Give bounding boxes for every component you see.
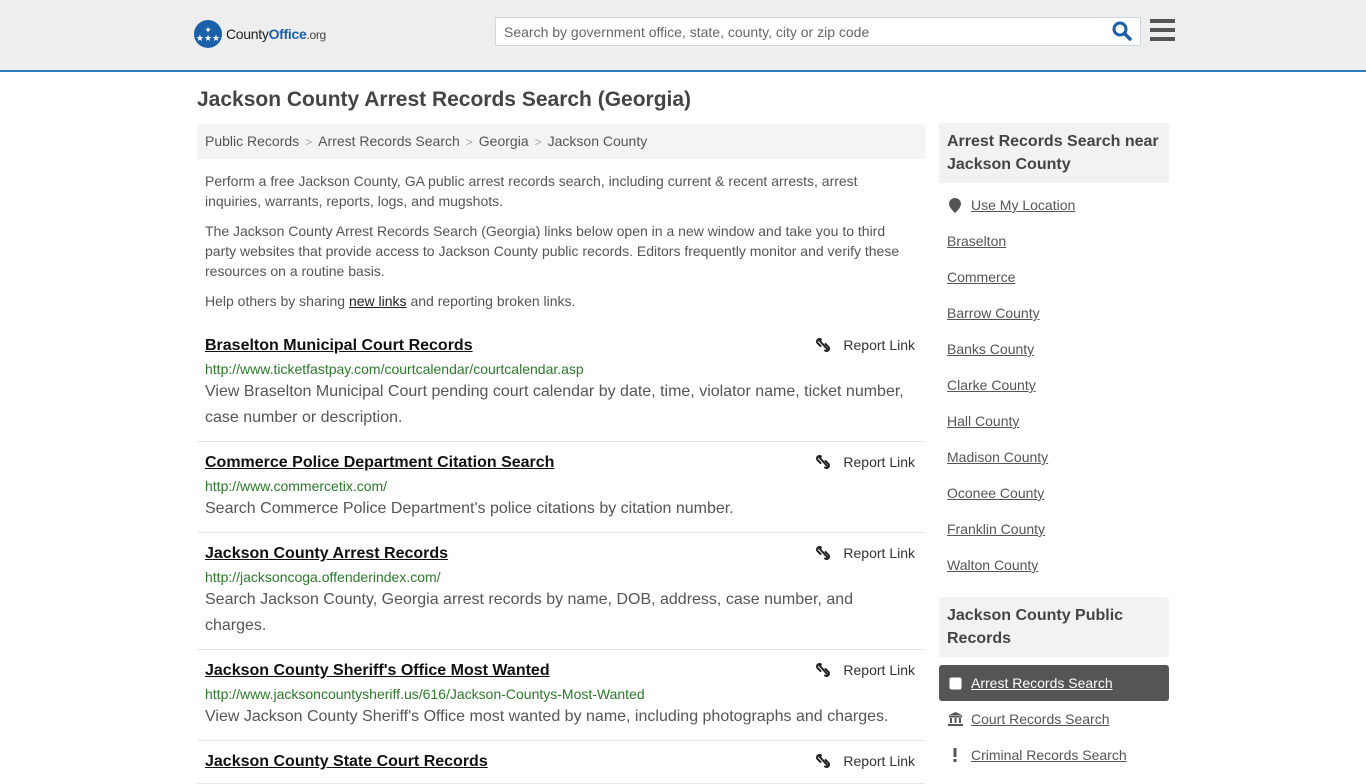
listing-item: Braselton Municipal Court Records Report… — [197, 325, 925, 442]
report-link-button[interactable]: Report Link — [815, 337, 915, 353]
nearby-link[interactable]: Commerce — [947, 265, 1161, 301]
nearby-link[interactable]: Oconee County — [947, 481, 1161, 517]
listing-item: Jackson County Sheriff's Office Most Wan… — [197, 650, 925, 741]
nearby-link[interactable]: Walton County — [947, 553, 1161, 589]
broken-link-icon — [816, 338, 831, 352]
breadcrumb-public-records[interactable]: Public Records — [205, 133, 299, 149]
public-records-list: Arrest Records Search Court Records Searc… — [939, 665, 1169, 773]
use-my-location-link[interactable]: Use My Location — [947, 193, 1161, 229]
nearby-link[interactable]: Banks County — [947, 337, 1161, 373]
nearby-link[interactable]: Franklin County — [947, 517, 1161, 553]
search-box — [495, 17, 1141, 46]
listing-description: View Jackson County Sheriff's Office mos… — [205, 708, 889, 725]
nearby-link[interactable]: Madison County — [947, 445, 1161, 481]
search-input[interactable] — [496, 18, 1106, 45]
listing-item: Jackson County State Court Records Repor… — [197, 741, 925, 784]
nearby-heading: Arrest Records Search near Jackson Count… — [939, 123, 1169, 183]
share-text: Help others by sharing new links and rep… — [205, 293, 576, 309]
exclamation-icon — [947, 748, 963, 762]
report-link-button[interactable]: Report Link — [815, 662, 915, 678]
report-link-button[interactable]: Report Link — [815, 753, 915, 769]
report-link-button[interactable]: Report Link — [815, 454, 915, 470]
listing-title-link[interactable]: Jackson County Arrest Records — [205, 543, 917, 565]
public-records-item[interactable]: Court Records Search — [939, 701, 1169, 737]
courthouse-icon — [947, 712, 963, 726]
broken-link-icon — [816, 754, 831, 768]
public-records-heading: Jackson County Public Records — [939, 597, 1169, 657]
listing-url: http://www.commercetix.com/ — [205, 478, 388, 494]
breadcrumb-georgia[interactable]: Georgia — [479, 133, 529, 149]
intro-paragraph: The Jackson County Arrest Records Search… — [205, 223, 900, 279]
nearby-link[interactable]: Clarke County — [947, 373, 1161, 409]
page-title: Jackson County Arrest Records Search (Ge… — [197, 88, 692, 111]
broken-link-icon — [816, 663, 831, 677]
listing-title-link[interactable]: Braselton Municipal Court Records — [205, 335, 917, 357]
nearby-list: Use My Location Braselton Commerce Barrow … — [939, 183, 1169, 595]
listings: Braselton Municipal Court Records Report… — [197, 325, 925, 784]
nearby-link[interactable]: Hall County — [947, 409, 1161, 445]
report-link-button[interactable]: Report Link — [815, 545, 915, 561]
public-records-item[interactable]: Arrest Records Search — [939, 665, 1169, 701]
square-icon — [947, 677, 963, 690]
logo-eagle-icon: ✦ ★★★ — [194, 20, 222, 48]
site-header: ✦ ★★★ CountyOffice.org — [0, 0, 1366, 72]
breadcrumb: Public Records > Arrest Records Search > Geo… — [197, 124, 925, 159]
new-links-link[interactable]: new links — [349, 293, 407, 309]
intro-paragraph: Perform a free Jackson County, GA public… — [205, 173, 858, 209]
listing-title-link[interactable]: Jackson County State Court Records — [205, 751, 917, 773]
breadcrumb-jackson-county[interactable]: Jackson County — [548, 133, 648, 149]
listing-title-link[interactable]: Commerce Police Department Citation Sear… — [205, 452, 917, 474]
listing-item: Jackson County Arrest Records Report Lin… — [197, 533, 925, 650]
breadcrumb-arrest-records[interactable]: Arrest Records Search — [318, 133, 460, 149]
logo-text: CountyOffice.org — [226, 26, 326, 42]
listing-description: Search Jackson County, Georgia arrest re… — [205, 591, 854, 634]
listing-url: http://www.jacksoncountysheriff.us/616/J… — [205, 686, 645, 702]
broken-link-icon — [816, 455, 831, 469]
logo[interactable]: ✦ ★★★ CountyOffice.org — [194, 20, 326, 48]
broken-link-icon — [816, 546, 831, 560]
listing-url: http://jacksoncoga.offenderindex.com/ — [205, 569, 441, 585]
nearby-link[interactable]: Braselton — [947, 229, 1161, 265]
listing-item: Commerce Police Department Citation Sear… — [197, 442, 925, 533]
listing-description: Search Commerce Police Department's poli… — [205, 500, 734, 517]
main-content: Public Records > Arrest Records Search > Geo… — [197, 124, 925, 784]
search-button[interactable] — [1112, 21, 1134, 43]
listing-url: http://www.ticketfastpay.com/courtcalend… — [205, 361, 584, 377]
menu-button[interactable] — [1150, 19, 1175, 41]
nearby-link[interactable]: Barrow County — [947, 301, 1161, 337]
map-pin-icon — [949, 198, 961, 213]
intro: Perform a free Jackson County, GA public… — [197, 171, 925, 311]
listing-description: View Braselton Municipal Court pending c… — [205, 383, 904, 426]
listing-title-link[interactable]: Jackson County Sheriff's Office Most Wan… — [205, 660, 917, 682]
sidebar: Arrest Records Search near Jackson Count… — [939, 123, 1169, 773]
search-icon — [1112, 21, 1132, 41]
